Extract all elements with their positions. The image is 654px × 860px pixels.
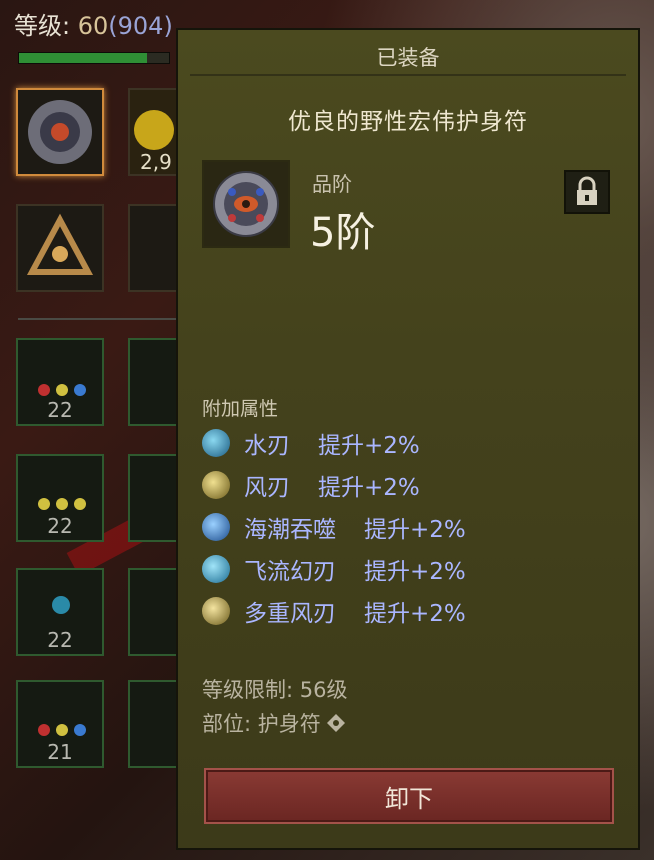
affix-row: 多重风刃 提升+2% <box>202 594 466 628</box>
affix-bonus: 提升+2% <box>364 601 466 627</box>
slot-type-row: 部位: 护身符 <box>202 708 347 738</box>
affix-row: 海潮吞噬 提升+2% <box>202 510 466 544</box>
ring-slot-8[interactable] <box>128 680 178 768</box>
slot-level: 21 <box>47 740 73 764</box>
yellow-gem-icon <box>56 724 68 736</box>
yellow-gem-icon <box>74 498 86 510</box>
charm-icon <box>26 213 94 275</box>
red-gem-icon <box>38 384 50 396</box>
affix-bonus: 提升+2% <box>318 475 420 501</box>
lock-icon <box>577 176 597 205</box>
item-name: 优良的野性宏伟护身符 <box>288 109 528 135</box>
item-icon-frame <box>202 160 290 248</box>
affix-row: 飞流幻刃 提升+2% <box>202 552 466 586</box>
wind-blade-icon <box>202 471 230 499</box>
charm-slot[interactable] <box>16 204 104 292</box>
affix-row: 风刃 提升+2% <box>202 468 420 502</box>
xp-bar <box>18 52 170 64</box>
character-level: 等级: 60(904) <box>14 6 173 41</box>
water-blade-icon <box>202 429 230 457</box>
blue-gem-icon <box>74 384 86 396</box>
paragon-value: (904) <box>108 12 173 40</box>
item-tooltip: 已装备 优良的野性宏伟护身符 品阶 5阶 附加属性 水刃 提升+2% 风刃 提升… <box>176 28 640 850</box>
yellow-gem-icon <box>38 498 50 510</box>
affix-bonus: 提升+2% <box>364 559 466 585</box>
tide-devour-icon <box>202 513 230 541</box>
ring-slot-1[interactable]: 22 <box>16 338 104 426</box>
tier-label: 品阶 <box>312 172 352 196</box>
currency-slot[interactable]: 2,9 <box>128 88 178 176</box>
slot-level: 22 <box>47 398 73 422</box>
affix-name: 多重风刃 <box>244 601 336 627</box>
section-divider <box>18 318 178 320</box>
ring-slot-5[interactable] <box>128 338 178 426</box>
level-value: 60 <box>77 12 109 40</box>
unequip-button[interactable]: 卸下 <box>204 768 614 824</box>
amulet-slot[interactable] <box>16 88 104 176</box>
yellow-gem-icon <box>56 384 68 396</box>
ring-slot-3[interactable]: 22 <box>16 568 104 656</box>
header-divider <box>190 74 626 76</box>
amulet-type-icon <box>326 714 345 732</box>
affix-row: 水刃 提升+2% <box>202 426 420 460</box>
blue-gem-icon <box>74 724 86 736</box>
slot-type: 部位: 护身符 <box>202 712 321 736</box>
slot-level: 22 <box>47 628 73 652</box>
amulet-icon <box>28 100 92 164</box>
lock-button[interactable] <box>564 170 610 214</box>
xp-bar-fill <box>19 53 147 63</box>
amulet-icon <box>213 171 279 237</box>
red-gem-icon <box>38 724 50 736</box>
flowing-blade-icon <box>202 555 230 583</box>
affix-bonus: 提升+2% <box>318 433 420 459</box>
ring-slot-6[interactable] <box>128 454 178 542</box>
level-requirement: 等级限制: 56级 <box>202 678 348 702</box>
equipped-header: 已装备 <box>376 46 440 70</box>
multi-wind-blade-icon <box>202 597 230 625</box>
weapon-slot[interactable] <box>128 204 178 292</box>
affix-name: 水刃 <box>244 433 290 459</box>
level-label: 等级: <box>14 12 71 40</box>
gold-coin-icon <box>134 110 174 150</box>
affix-name: 风刃 <box>244 475 290 501</box>
ring-slot-7[interactable] <box>128 568 178 656</box>
ring-slot-2[interactable]: 22 <box>16 454 104 542</box>
affix-name: 海潮吞噬 <box>244 517 336 543</box>
affix-section-title: 附加属性 <box>202 398 279 420</box>
ring-slot-4[interactable]: 21 <box>16 680 104 768</box>
slot-level: 22 <box>47 514 73 538</box>
affix-bonus: 提升+2% <box>364 517 466 543</box>
currency-amount: 2,9 <box>140 150 172 174</box>
affix-name: 飞流幻刃 <box>244 559 336 585</box>
tier-value: 5阶 <box>310 210 376 256</box>
yellow-gem-icon <box>56 498 68 510</box>
blue-gem-icon <box>52 596 70 614</box>
